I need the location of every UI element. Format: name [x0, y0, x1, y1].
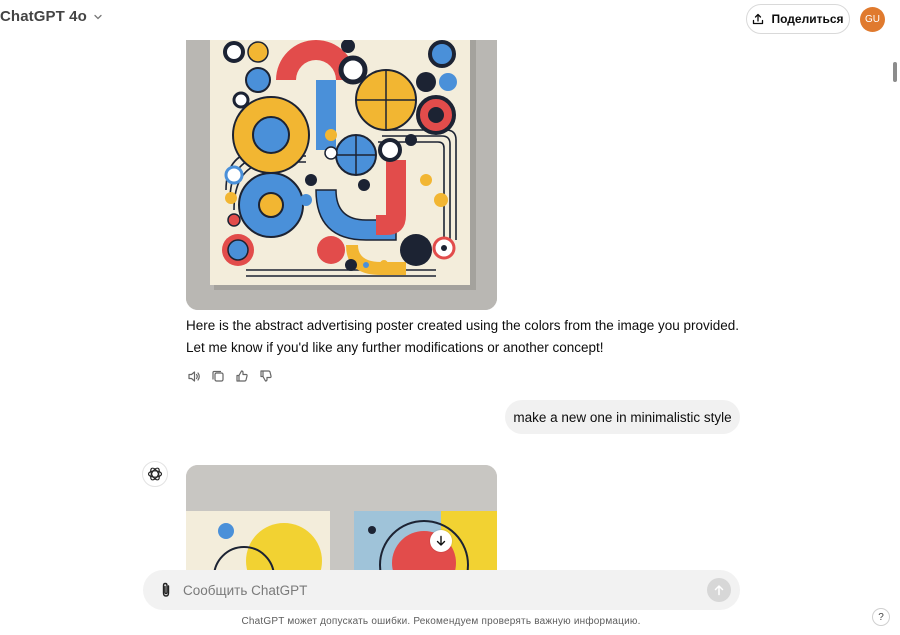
download-button[interactable] — [430, 530, 452, 552]
model-name: ChatGPT 4o — [0, 8, 87, 25]
read-aloud-icon[interactable] — [186, 368, 202, 384]
assistant-message-text: Here is the abstract advertising poster … — [186, 318, 740, 355]
chevron-down-icon — [94, 14, 102, 19]
user-message-text: make a new one in minimalistic style — [513, 409, 732, 425]
message-input[interactable] — [183, 579, 683, 601]
disclaimer-text: ChatGPT может допускать ошибки. Рекоменд… — [241, 616, 641, 627]
share-button[interactable]: Поделиться — [746, 4, 850, 34]
top-bar: ChatGPT 4o Поделиться GU — [0, 0, 900, 40]
paperclip-icon[interactable] — [157, 581, 175, 599]
help-button[interactable]: ? — [872, 608, 890, 626]
arrow-up-icon — [714, 585, 724, 596]
send-button[interactable] — [707, 578, 731, 602]
share-label: Поделиться — [771, 12, 844, 26]
minimalist-poster-image[interactable] — [186, 465, 497, 575]
thumbs-up-icon[interactable] — [234, 368, 250, 384]
user-message: make a new one in minimalistic style — [505, 400, 740, 434]
thumbs-down-icon[interactable] — [258, 368, 274, 384]
share-icon — [753, 13, 764, 25]
scrollbar-thumb[interactable] — [893, 62, 897, 82]
message-actions — [186, 368, 274, 384]
abstract-poster-image[interactable] — [186, 40, 497, 310]
message-composer — [143, 570, 740, 610]
openai-logo-icon — [142, 461, 168, 487]
model-selector[interactable]: ChatGPT 4o — [0, 8, 103, 25]
download-icon — [436, 535, 446, 546]
avatar[interactable]: GU — [860, 7, 885, 32]
copy-icon[interactable] — [210, 368, 226, 384]
